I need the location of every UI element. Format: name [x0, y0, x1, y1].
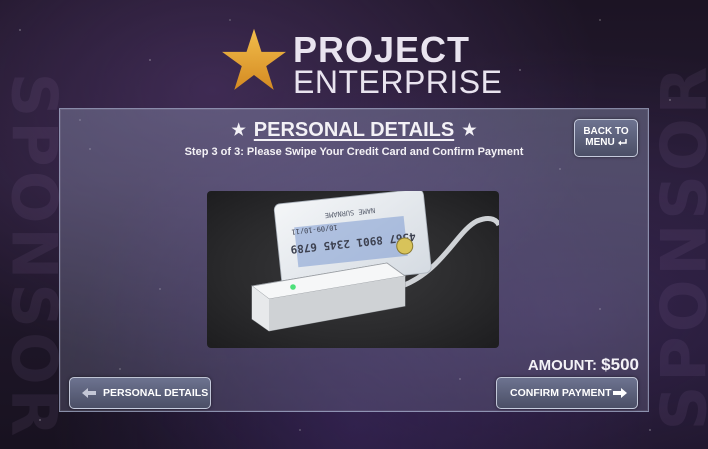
- page-title-text: PERSONAL DETAILS: [253, 119, 455, 141]
- logo-text-enterprise: ENTERPRISE: [293, 64, 503, 100]
- card-swipe-illustration: NAME SURNAME 4567 8901 2345 6789 10/09-1…: [251, 188, 502, 332]
- title-star-right-icon: ★: [462, 122, 477, 139]
- back-button-label-line2: MENU: [575, 137, 637, 148]
- logo-text-project: PROJECT: [293, 29, 471, 70]
- back-button-label-line1: BACK TO: [583, 126, 629, 137]
- title-star-left-icon: ★: [231, 122, 246, 139]
- arrow-left-icon: [82, 378, 96, 408]
- step-instruction: Step 3 of 3: Please Swipe Your Credit Ca…: [184, 146, 524, 158]
- amount-value: $500: [601, 355, 639, 374]
- confirm-payment-button[interactable]: CONFIRM PAYMENT: [496, 377, 638, 409]
- personal-details-button[interactable]: PERSONAL DETAILS: [69, 377, 211, 409]
- sponsor-watermark-right: SPONSOR: [647, 62, 708, 431]
- payment-panel: ★ PERSONAL DETAILS ★ Step 3 of 3: Please S…: [59, 108, 649, 412]
- back-to-menu-button[interactable]: BACK TO MENU: [574, 119, 638, 157]
- page-title: ★ PERSONAL DETAILS ★: [60, 119, 648, 142]
- card-reader-device: [251, 262, 407, 332]
- project-enterprise-logo: PROJECT ENTERPRISE: [220, 26, 503, 100]
- star-logo-icon: [222, 28, 286, 90]
- amount-label: AMOUNT:: [527, 357, 597, 374]
- personal-details-button-label: PERSONAL DETAILS: [103, 387, 209, 399]
- back-button-label-menu: MENU: [585, 137, 615, 148]
- return-arrow-icon: [617, 139, 627, 146]
- confirm-payment-button-label: CONFIRM PAYMENT: [510, 387, 612, 399]
- amount-display: AMOUNT: $500: [528, 356, 639, 375]
- card-reader-image: NAME SURNAME 4567 8901 2345 6789 10/09-1…: [207, 188, 502, 348]
- arrow-right-icon: [613, 378, 627, 408]
